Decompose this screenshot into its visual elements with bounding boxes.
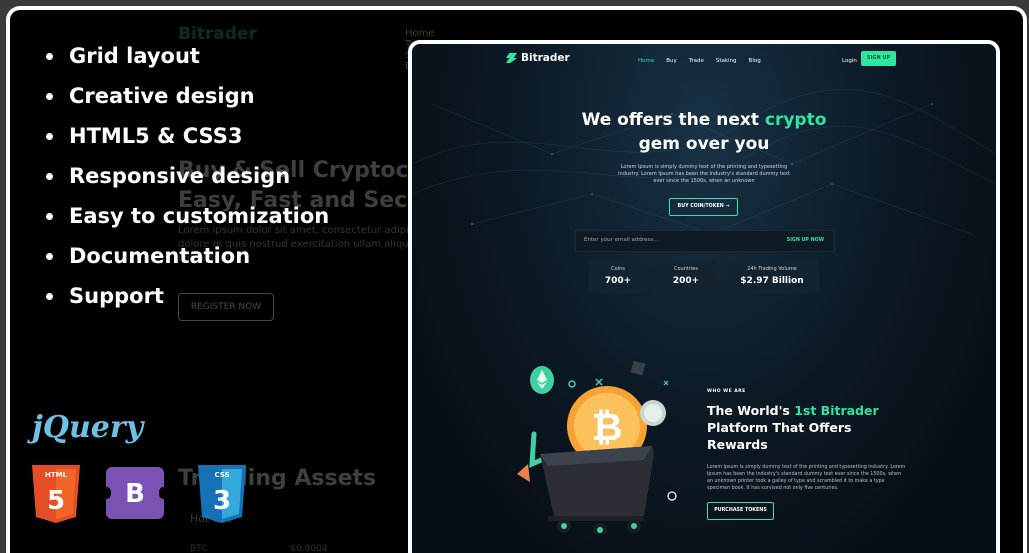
feature-label: Support: [69, 284, 164, 308]
stat-card-countries: Countries 200+: [656, 260, 716, 293]
bitrader-logo-icon: [506, 53, 517, 63]
purchase-tokens-button[interactable]: PURCHASE TOKENS: [707, 502, 774, 520]
signup-button[interactable]: SIGN UP: [861, 51, 896, 66]
stat-value: 200+: [672, 276, 700, 286]
email-signup-form: Enter your email address... SIGN UP NOW: [575, 230, 835, 252]
bullet-icon: [46, 172, 53, 180]
html5-logo-icon: HTML 5: [32, 465, 80, 523]
feature-label: Documentation: [69, 244, 251, 268]
feature-item: Documentation: [36, 236, 329, 276]
hero-title-part: We offers the next: [581, 110, 765, 130]
section-eyebrow: WHO WE ARE: [707, 389, 746, 394]
nav-item-blog[interactable]: Blog: [749, 58, 761, 64]
stat-value: $2.97 Billion: [740, 276, 804, 286]
hero-title: We offers the next crypto gem over you: [412, 108, 996, 156]
html5-logo-label: 5: [47, 486, 65, 516]
stat-card-coins: Coins 700+: [589, 260, 647, 293]
svg-text:₿: ₿: [592, 405, 623, 449]
svg-text:HTML: HTML: [45, 471, 68, 479]
bullet-icon: [46, 92, 53, 100]
feature-label: Grid layout: [69, 44, 200, 68]
nav-item-home[interactable]: Home: [638, 58, 654, 64]
site-logo-text: Bitrader: [521, 52, 570, 64]
bullet-icon: [46, 292, 53, 300]
network-pattern-icon: [412, 89, 996, 235]
bullet-icon: [46, 212, 53, 220]
promo-frame: Bitrader Home Trade Staking Blog Buy & S…: [6, 6, 1027, 553]
feature-label: HTML5 & CSS3: [69, 124, 243, 148]
feature-label: Responsive design: [69, 164, 291, 188]
feature-item: Creative design: [36, 76, 329, 116]
feature-label: Creative design: [69, 84, 255, 108]
nav-item-staking[interactable]: Staking: [716, 58, 737, 64]
about-title-part: The World's: [707, 403, 795, 418]
website-preview-background: Bitrader Home Buy Trade Staking Blog Log…: [412, 44, 996, 553]
nav-item-buy[interactable]: Buy: [666, 58, 677, 64]
nav-item-trade[interactable]: Trade: [689, 58, 704, 64]
signup-now-button[interactable]: SIGN UP NOW: [787, 238, 824, 243]
bullet-icon: [46, 252, 53, 260]
svg-text:CSS: CSS: [214, 471, 229, 479]
email-input[interactable]: Enter your email address...: [584, 237, 658, 243]
website-preview-card: Bitrader Home Buy Trade Staking Blog Log…: [408, 40, 1000, 553]
css3-logo-label: 3: [213, 486, 231, 516]
feature-item: Responsive design: [36, 156, 329, 196]
feature-list: Grid layout Creative design HTML5 & CSS3…: [36, 36, 329, 316]
bootstrap-logo-label: B: [125, 479, 145, 509]
about-section-title: The World's 1st Bitrader Platform That O…: [707, 402, 907, 453]
bullet-icon: [46, 132, 53, 140]
jquery-logo: jQuery: [32, 410, 144, 445]
feature-item: HTML5 & CSS3: [36, 116, 329, 156]
bootstrap-logo-icon: B: [106, 467, 164, 519]
feature-item: Easy to customization: [36, 196, 329, 236]
hero-title-line-2: gem over you: [638, 134, 770, 154]
about-title-part: Platform That Offers Rewards: [707, 420, 852, 452]
css3-logo-icon: CSS 3: [198, 465, 246, 523]
stat-value: 700+: [604, 276, 632, 286]
about-title-highlight: 1st Bitrader: [794, 403, 879, 418]
login-link[interactable]: Login: [842, 58, 857, 64]
site-logo[interactable]: Bitrader: [506, 52, 570, 64]
crypto-cart-illustration-icon: ₿: [517, 360, 677, 534]
buy-coin-button[interactable]: BUY COIN/TOKEN →: [669, 198, 738, 216]
stat-label: Coins: [611, 266, 625, 272]
hero-description: Lorem Ipsum is simply dummy text of the …: [618, 164, 790, 184]
hero-title-highlight: crypto: [764, 110, 827, 130]
feature-item: Support: [36, 276, 329, 316]
stat-card-volume: 24h Trading Volume $2.97 Billion: [725, 260, 819, 293]
bullet-icon: [46, 52, 53, 60]
stat-label: Countries: [674, 266, 698, 272]
about-section-text: Lorem Ipsum is simply dummy text of the …: [707, 465, 906, 491]
feature-item: Grid layout: [36, 36, 329, 76]
site-nav: Home Buy Trade Staking Blog: [638, 58, 761, 64]
stat-label: 24h Trading Volume: [747, 266, 797, 272]
feature-label: Easy to customization: [69, 204, 330, 228]
